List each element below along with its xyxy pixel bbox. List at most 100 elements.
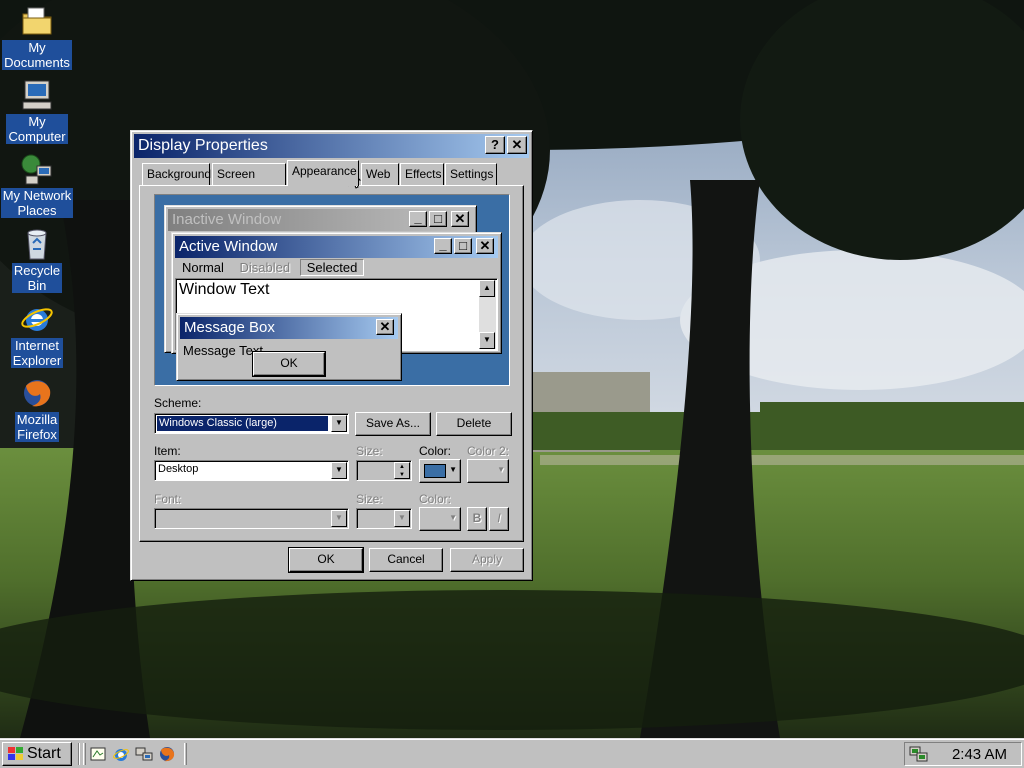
desktop-icon-recycle-bin[interactable]: Recycle Bin bbox=[0, 227, 74, 293]
font-color-button: ▼ bbox=[419, 507, 461, 531]
active-window-title: Active Window bbox=[179, 238, 278, 255]
font-color-label: Color: bbox=[419, 492, 452, 506]
desktop-icon-firefox[interactable]: Mozilla Firefox bbox=[0, 376, 74, 442]
color-swatch bbox=[424, 464, 446, 478]
desktop-icon-network-places[interactable]: My Network Places bbox=[0, 152, 74, 218]
windows-logo-icon bbox=[8, 747, 23, 760]
active-titlebar: Active Window _ □ ✕ bbox=[175, 236, 498, 258]
start-label: Start bbox=[27, 745, 61, 762]
font-size-label: Size: bbox=[356, 492, 383, 506]
minimize-icon: _ bbox=[409, 211, 427, 227]
taskbar-grip[interactable] bbox=[184, 743, 187, 765]
chevron-down-icon: ▼ bbox=[449, 465, 457, 474]
my-documents-icon bbox=[20, 4, 54, 38]
system-tray: 2:43 AM bbox=[904, 742, 1022, 766]
desktop-icon-my-documents[interactable]: My Documents bbox=[0, 4, 74, 70]
start-button[interactable]: Start bbox=[2, 742, 72, 766]
save-as-button[interactable]: Save As... bbox=[355, 412, 431, 436]
delete-button[interactable]: Delete bbox=[436, 412, 512, 436]
tab-effects[interactable]: Effects bbox=[400, 163, 444, 185]
preview-message-box: Message Box ✕ Message Text OK bbox=[176, 313, 402, 381]
close-button[interactable]: ✕ bbox=[507, 136, 527, 154]
help-button[interactable]: ? bbox=[485, 136, 505, 154]
network-status-icon[interactable] bbox=[909, 745, 929, 763]
color-label: Color: bbox=[419, 444, 452, 458]
message-text: Message Text bbox=[183, 343, 263, 358]
scroll-down-icon: ▼ bbox=[479, 332, 495, 349]
spinner-icon: ▲ ▼ bbox=[394, 462, 410, 479]
recycle-bin-icon bbox=[20, 227, 54, 261]
minimize-icon: _ bbox=[434, 238, 452, 254]
close-icon: ✕ bbox=[451, 211, 469, 227]
ok-button[interactable]: OK bbox=[288, 547, 364, 573]
chevron-down-icon: ▼ bbox=[394, 510, 410, 527]
internet-explorer-icon bbox=[20, 302, 54, 336]
item-color-button[interactable]: ▼ bbox=[419, 459, 461, 483]
cancel-button[interactable]: Cancel bbox=[369, 548, 443, 572]
firefox-icon[interactable] bbox=[158, 745, 176, 763]
item-color2-button: ▼ bbox=[467, 459, 509, 483]
quick-launch-grip[interactable] bbox=[83, 743, 86, 765]
maximize-icon: □ bbox=[454, 238, 472, 254]
message-box-title: Message Box bbox=[184, 319, 275, 336]
item-value: Desktop bbox=[158, 463, 199, 475]
firefox-icon bbox=[20, 376, 54, 410]
internet-explorer-icon[interactable] bbox=[112, 745, 130, 763]
item-label: Item: bbox=[154, 444, 181, 458]
close-icon: ✕ bbox=[476, 238, 494, 254]
font-dropdown: ▼ bbox=[154, 508, 349, 529]
desktop-icon-label: My Network Places bbox=[0, 188, 74, 218]
scheme-dropdown[interactable]: Windows Classic (large) ▼ bbox=[154, 413, 349, 434]
chevron-down-icon: ▼ bbox=[449, 513, 457, 522]
scheme-value: Windows Classic (large) bbox=[156, 415, 329, 432]
preview-scrollbar: ▲ ▼ bbox=[479, 280, 496, 349]
inactive-titlebar: Inactive Window _ □ ✕ bbox=[168, 209, 473, 231]
show-desktop-icon[interactable] bbox=[89, 745, 107, 763]
italic-button: I bbox=[489, 507, 509, 531]
item-dropdown[interactable]: Desktop ▼ bbox=[154, 460, 349, 481]
chevron-down-icon[interactable]: ▼ bbox=[331, 462, 347, 479]
desktop-icon-my-computer[interactable]: My Computer bbox=[0, 78, 74, 144]
chevron-down-icon: ▼ bbox=[331, 510, 347, 527]
desktop-icon-label: My Documents bbox=[2, 40, 72, 70]
inactive-window-title: Inactive Window bbox=[172, 211, 282, 228]
menu-normal: Normal bbox=[182, 260, 224, 275]
tab-appearance[interactable]: Appearance bbox=[287, 160, 359, 186]
item-size-spinner: ▲ ▼ bbox=[356, 460, 412, 481]
message-box-titlebar: Message Box ✕ bbox=[180, 317, 398, 339]
taskbar: Start 2:43 AM bbox=[0, 738, 1024, 768]
maximize-icon: □ bbox=[429, 211, 447, 227]
dialog-title: Display Properties bbox=[138, 137, 268, 154]
desktop-icon-label: Recycle Bin bbox=[11, 263, 63, 293]
dialog-titlebar[interactable]: Display Properties ? ✕ bbox=[134, 134, 529, 158]
network-icon[interactable] bbox=[135, 745, 153, 763]
color2-label: Color 2: bbox=[467, 444, 510, 458]
desktop-icon-label: My Computer bbox=[6, 114, 68, 144]
tab-screen-saver[interactable]: Screen Saver bbox=[212, 163, 286, 201]
scheme-label: Scheme: bbox=[154, 396, 202, 410]
tab-background[interactable]: Background bbox=[142, 163, 211, 185]
close-icon: ✕ bbox=[376, 319, 394, 335]
chevron-down-icon: ▼ bbox=[497, 465, 505, 474]
bold-button: B bbox=[467, 507, 487, 531]
window-text: Window Text bbox=[179, 281, 270, 298]
desktop-icon-label: Internet Explorer bbox=[10, 338, 64, 368]
message-ok-button: OK bbox=[252, 351, 326, 377]
font-label: Font: bbox=[154, 492, 182, 506]
desktop-icon-label: Mozilla Firefox bbox=[14, 412, 60, 442]
size-label: Size: bbox=[356, 444, 383, 458]
menu-disabled: Disabled bbox=[239, 260, 291, 275]
preview-menubar: Normal Disabled Selected bbox=[176, 259, 365, 277]
chevron-down-icon[interactable]: ▼ bbox=[331, 415, 347, 432]
desktop-icon-internet-explorer[interactable]: Internet Explorer bbox=[0, 302, 74, 368]
tab-settings[interactable]: Settings bbox=[445, 163, 497, 185]
clock[interactable]: 2:43 AM bbox=[952, 745, 1007, 764]
apply-button: Apply bbox=[450, 548, 524, 572]
my-computer-icon bbox=[20, 78, 54, 112]
network-places-icon bbox=[20, 152, 54, 186]
font-size-dropdown: ▼ bbox=[356, 508, 412, 529]
scroll-up-icon: ▲ bbox=[479, 280, 495, 297]
menu-selected: Selected bbox=[299, 259, 365, 276]
close-icon: ✕ bbox=[511, 137, 523, 152]
tab-web[interactable]: Web bbox=[361, 163, 399, 185]
